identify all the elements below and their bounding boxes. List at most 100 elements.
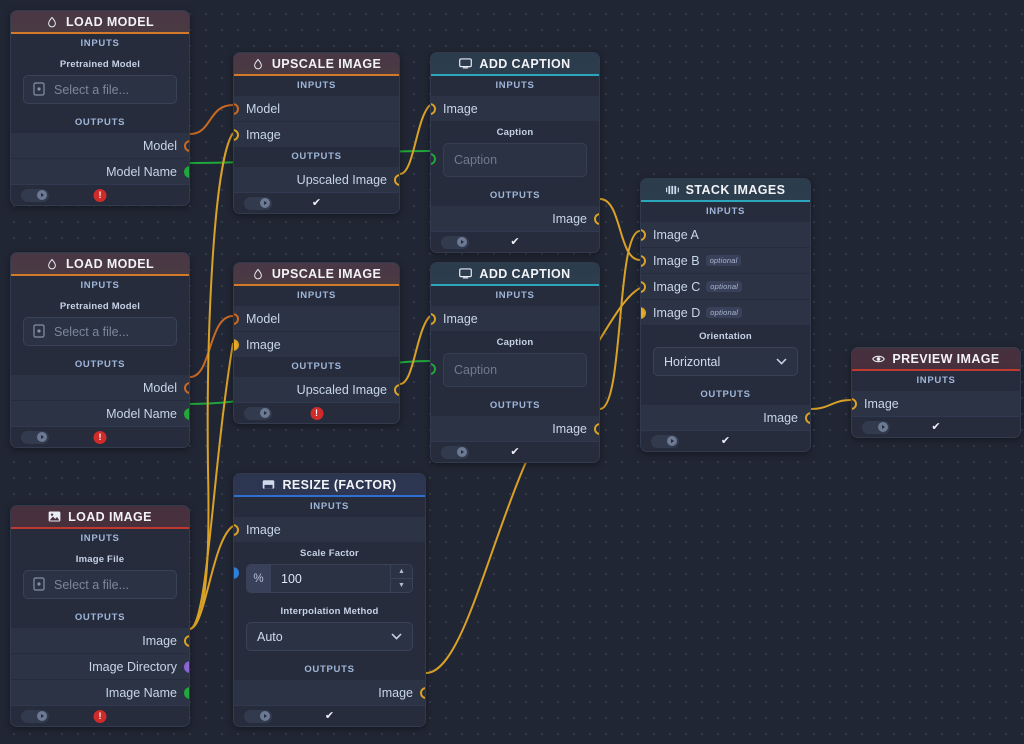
node-load-image[interactable]: LOAD IMAGE INPUTS Image File Select a fi…	[10, 505, 190, 727]
input-handle-image[interactable]	[233, 524, 239, 536]
input-row-image-b[interactable]: Image B optional	[641, 247, 810, 273]
input-handle-image[interactable]	[851, 398, 857, 410]
orientation-select[interactable]: Horizontal	[653, 347, 798, 376]
run-toggle[interactable]	[21, 431, 49, 444]
output-handle-model[interactable]	[184, 140, 190, 152]
status-indicator[interactable]: ✔	[721, 436, 730, 447]
node-header[interactable]: RESIZE (FACTOR)	[234, 474, 425, 497]
file-select-input[interactable]: Select a file...	[23, 75, 177, 104]
status-indicator[interactable]: !	[94, 710, 107, 723]
caption-input[interactable]: Caption	[443, 143, 587, 177]
output-handle-upscaled-image[interactable]	[394, 384, 400, 396]
run-toggle[interactable]	[21, 710, 49, 723]
input-row-image[interactable]: Image	[234, 331, 399, 357]
input-handle-scale-factor[interactable]	[233, 567, 239, 579]
input-row-image-d[interactable]: Image D optional	[641, 299, 810, 325]
output-row-model-name[interactable]: Model Name	[11, 158, 189, 184]
status-indicator[interactable]: ✔	[510, 237, 519, 248]
status-indicator[interactable]: !	[310, 407, 323, 420]
run-toggle[interactable]	[21, 189, 49, 202]
status-indicator[interactable]: ✔	[325, 711, 334, 722]
run-toggle[interactable]	[244, 197, 272, 210]
node-stack-images[interactable]: STACK IMAGES INPUTS Image A Image B opti…	[640, 178, 811, 452]
output-row-image[interactable]: Image	[234, 679, 425, 705]
input-row-image[interactable]: Image	[431, 305, 599, 331]
node-header[interactable]: UPSCALE IMAGE	[234, 53, 399, 76]
status-indicator[interactable]: ✔	[510, 447, 519, 458]
node-add-caption-1[interactable]: ADD CAPTION INPUTS Image Caption Caption…	[430, 52, 600, 253]
node-header[interactable]: ADD CAPTION	[431, 263, 599, 286]
output-row-upscaled-image[interactable]: Upscaled Image	[234, 376, 399, 402]
output-row-model[interactable]: Model	[11, 132, 189, 158]
stepper-up-icon[interactable]: ▲	[391, 565, 412, 579]
stepper-buttons[interactable]: ▲ ▼	[390, 565, 412, 592]
run-toggle[interactable]	[862, 421, 890, 434]
input-row-image[interactable]: Image	[234, 516, 425, 542]
output-handle-model-name[interactable]	[184, 166, 190, 178]
input-row-model[interactable]: Model	[234, 95, 399, 121]
run-toggle[interactable]	[244, 710, 272, 723]
run-toggle[interactable]	[244, 407, 272, 420]
status-indicator[interactable]: !	[94, 431, 107, 444]
node-header[interactable]: LOAD IMAGE	[11, 506, 189, 529]
node-load-model-2[interactable]: LOAD MODEL INPUTS Pretrained Model Selec…	[10, 252, 190, 448]
node-header[interactable]: LOAD MODEL	[11, 11, 189, 34]
input-row-model[interactable]: Model	[234, 305, 399, 331]
scale-factor-value[interactable]: 100	[271, 565, 390, 592]
node-add-caption-2[interactable]: ADD CAPTION INPUTS Image Caption Caption…	[430, 262, 600, 463]
output-handle-image[interactable]	[594, 213, 600, 225]
stepper-down-icon[interactable]: ▼	[391, 579, 412, 592]
node-header[interactable]: STACK IMAGES	[641, 179, 810, 202]
node-header[interactable]: UPSCALE IMAGE	[234, 263, 399, 286]
status-indicator[interactable]: ✔	[312, 198, 321, 209]
node-header[interactable]: ADD CAPTION	[431, 53, 599, 76]
node-resize-factor[interactable]: RESIZE (FACTOR) INPUTS Image Scale Facto…	[233, 473, 426, 727]
input-handle-image-b[interactable]	[640, 255, 646, 267]
output-handle-image[interactable]	[594, 423, 600, 435]
output-handle-image[interactable]	[420, 687, 426, 699]
input-handle-image[interactable]	[233, 129, 239, 141]
node-graph-canvas[interactable]: LOAD MODEL INPUTS Pretrained Model Selec…	[0, 0, 1024, 744]
input-handle-image[interactable]	[233, 339, 239, 351]
input-row-image[interactable]: Image	[234, 121, 399, 147]
run-toggle[interactable]	[441, 236, 469, 249]
output-row-image-directory[interactable]: Image Directory	[11, 653, 189, 679]
input-handle-caption[interactable]	[430, 363, 436, 375]
output-handle-image[interactable]	[805, 412, 811, 424]
output-handle-model-name[interactable]	[184, 408, 190, 420]
input-handle-caption[interactable]	[430, 153, 436, 165]
output-handle-image-directory[interactable]	[184, 661, 190, 673]
output-handle-image-name[interactable]	[184, 687, 190, 699]
output-row-image-name[interactable]: Image Name	[11, 679, 189, 705]
status-indicator[interactable]: !	[94, 189, 107, 202]
input-handle-image[interactable]	[430, 313, 436, 325]
output-row-image[interactable]: Image	[431, 205, 599, 231]
file-select-input[interactable]: Select a file...	[23, 570, 177, 599]
input-row-image-a[interactable]: Image A	[641, 221, 810, 247]
node-upscale-image-1[interactable]: UPSCALE IMAGE INPUTS Model Image OUTPUTS…	[233, 52, 400, 214]
output-row-model-name[interactable]: Model Name	[11, 400, 189, 426]
node-header[interactable]: LOAD MODEL	[11, 253, 189, 276]
output-row-upscaled-image[interactable]: Upscaled Image	[234, 166, 399, 192]
run-toggle[interactable]	[651, 435, 679, 448]
status-indicator[interactable]: ✔	[931, 422, 940, 433]
output-row-model[interactable]: Model	[11, 374, 189, 400]
input-handle-image-a[interactable]	[640, 229, 646, 241]
input-handle-image-d[interactable]	[640, 307, 646, 319]
output-row-image[interactable]: Image	[11, 627, 189, 653]
node-load-model-1[interactable]: LOAD MODEL INPUTS Pretrained Model Selec…	[10, 10, 190, 206]
scale-factor-stepper[interactable]: % 100 ▲ ▼	[246, 564, 413, 593]
output-handle-image[interactable]	[184, 635, 190, 647]
interpolation-method-select[interactable]: Auto	[246, 622, 413, 651]
run-toggle[interactable]	[441, 446, 469, 459]
node-upscale-image-2[interactable]: UPSCALE IMAGE INPUTS Model Image OUTPUTS…	[233, 262, 400, 424]
input-handle-image-c[interactable]	[640, 281, 646, 293]
input-row-image[interactable]: Image	[431, 95, 599, 121]
node-header[interactable]: PREVIEW IMAGE	[852, 348, 1020, 371]
input-handle-model[interactable]	[233, 103, 239, 115]
output-handle-upscaled-image[interactable]	[394, 174, 400, 186]
output-row-image[interactable]: Image	[431, 415, 599, 441]
file-select-input[interactable]: Select a file...	[23, 317, 177, 346]
input-row-image[interactable]: Image	[852, 390, 1020, 416]
input-handle-image[interactable]	[430, 103, 436, 115]
